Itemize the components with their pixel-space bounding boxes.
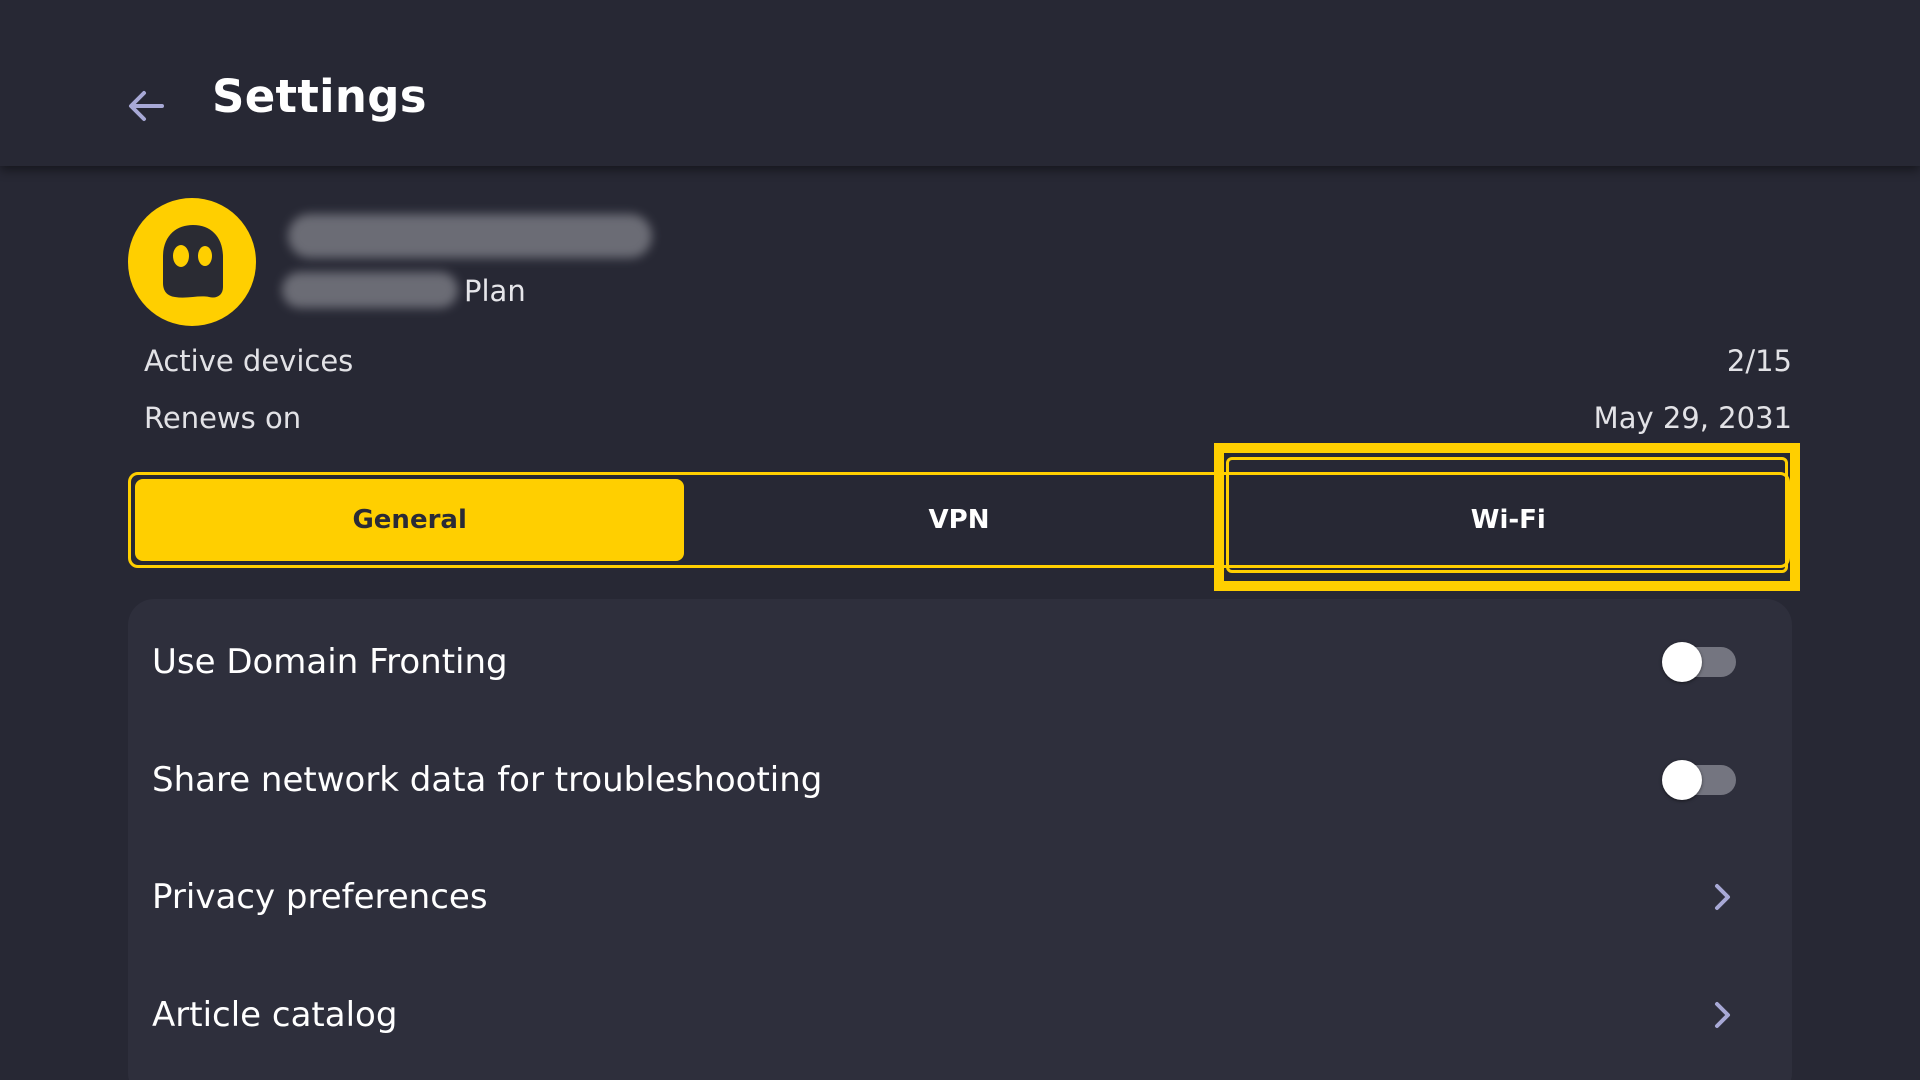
renews-label: Renews on [144,401,302,435]
toggle-knob [1662,642,1702,682]
tab-wifi[interactable]: Wi-Fi [1234,479,1783,561]
active-devices-value: 2/15 [1726,344,1792,378]
setting-domain-fronting[interactable]: Use Domain Fronting [152,617,1772,707]
ghost-logo-icon [163,225,223,298]
setting-article-catalog[interactable]: Article catalog [152,970,1772,1060]
renews-row: Renews on May 29, 2031 [144,401,1792,435]
share-network-data-toggle[interactable] [1662,760,1736,800]
arrow-left-icon [129,91,164,121]
active-devices-label: Active devices [144,344,354,378]
redacted-account-name [288,214,652,258]
domain-fronting-toggle[interactable] [1662,642,1736,682]
setting-label: Article catalog [152,995,398,1035]
settings-tab-bar: General VPN Wi-Fi [128,472,1790,568]
settings-screen: Settings Plan Active devices 2/15 Renews… [0,0,1920,1080]
page-title: Settings [212,70,427,123]
back-button[interactable] [118,78,174,134]
setting-label: Use Domain Fronting [152,642,508,682]
avatar [128,198,256,326]
toggle-knob [1662,760,1702,800]
redacted-plan-name [282,272,458,308]
tab-vpn[interactable]: VPN [684,479,1233,561]
setting-label: Share network data for troubleshooting [152,760,823,800]
active-devices-row: Active devices 2/15 [144,344,1792,378]
plan-label: Plan [464,274,526,308]
setting-label: Privacy preferences [152,877,488,917]
settings-card: Use Domain Fronting Share network data f… [128,599,1792,1080]
app-header: Settings [0,0,1920,166]
tab-general[interactable]: General [135,479,685,561]
chevron-right-icon [1702,995,1742,1035]
setting-share-network-data[interactable]: Share network data for troubleshooting [152,735,1772,825]
chevron-right-icon [1702,877,1742,917]
setting-privacy-preferences[interactable]: Privacy preferences [152,852,1772,942]
renews-value: May 29, 2031 [1593,401,1792,435]
